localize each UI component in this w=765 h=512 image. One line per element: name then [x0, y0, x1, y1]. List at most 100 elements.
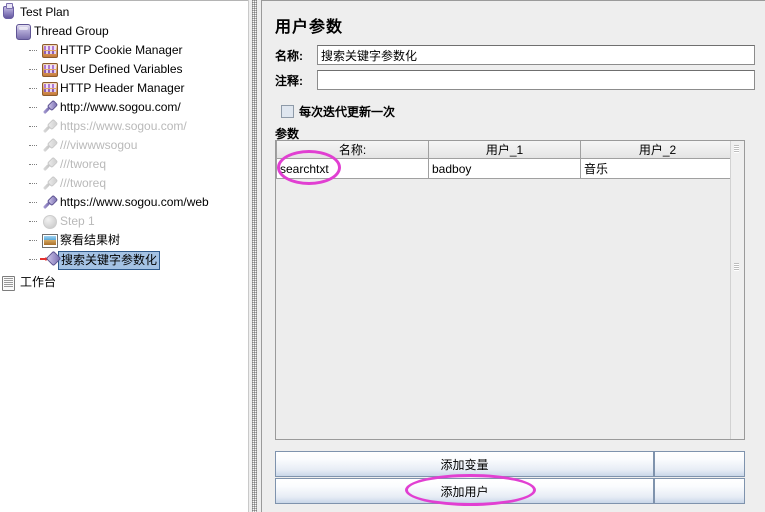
tree-node-label: https://www.sogou.com/web — [60, 195, 209, 209]
add-user-button-bar: 添加用户 — [275, 478, 745, 504]
tree-node-label: 察看结果树 — [60, 233, 121, 247]
pre-processor-icon-glyph — [40, 252, 58, 266]
update-once-per-iteration-label: 每次迭代更新一次 — [299, 105, 396, 119]
tree-node[interactable]: Test Plan — [0, 3, 248, 22]
thread-group-icon-glyph — [16, 24, 31, 40]
http-sampler-icon — [40, 193, 58, 212]
add-variable-button-bar: 添加变量 — [275, 451, 745, 477]
tree-node[interactable]: https://www.sogou.com/web — [0, 193, 248, 212]
column-header-user-2[interactable]: 用户_2 — [580, 141, 735, 159]
tree-connector-icon — [28, 231, 40, 250]
parameters-table-container[interactable]: 名称: 用户_1 用户_2 searchtxt badboy 音乐 — [275, 140, 745, 440]
add-variable-button[interactable]: 添加变量 — [275, 451, 654, 477]
update-once-per-iteration-row[interactable]: 每次迭代更新一次 — [281, 103, 395, 121]
tree-node-label: https://www.sogou.com/ — [60, 119, 187, 133]
split-pane-grip — [252, 0, 257, 512]
split-pane-divider[interactable] — [248, 0, 262, 512]
tree-node-label: ///tworeq — [60, 176, 107, 190]
step-disabled-icon — [40, 212, 58, 231]
tree-node[interactable]: 搜索关键字参数化 — [0, 250, 248, 270]
tree-connector-icon — [28, 117, 40, 136]
tree-node[interactable]: https://www.sogou.com/ — [0, 117, 248, 136]
config-element-icon — [40, 79, 58, 98]
tree-node[interactable]: 察看结果树 — [0, 231, 248, 250]
comment-field-label: 注释: — [275, 74, 303, 88]
tree-connector-icon — [28, 60, 40, 79]
http-sampler-disabled-icon-glyph — [42, 138, 56, 152]
name-field-label: 名称: — [275, 49, 303, 63]
http-sampler-disabled-icon-glyph — [42, 176, 56, 190]
tree-connector-icon — [28, 155, 40, 174]
http-sampler-disabled-icon — [40, 117, 58, 136]
cell-user-1[interactable]: badboy — [428, 158, 581, 179]
table-row[interactable]: searchtxt badboy 音乐 — [276, 158, 735, 179]
tree-node-label: http://www.sogou.com/ — [60, 100, 181, 114]
tree-node-label: Thread Group — [34, 24, 109, 38]
tree-node-label: 工作台 — [20, 275, 57, 289]
http-sampler-disabled-icon-glyph — [42, 157, 56, 171]
tree-node[interactable]: ///tworeq — [0, 155, 248, 174]
http-sampler-disabled-icon-glyph — [42, 119, 56, 133]
comment-field-row: 注释: — [275, 70, 755, 92]
tree-node[interactable]: http://www.sogou.com/ — [0, 98, 248, 117]
tree-node[interactable]: ///tworeq — [0, 174, 248, 193]
cell-name[interactable]: searchtxt — [276, 158, 429, 179]
tree-node[interactable]: User Defined Variables — [0, 60, 248, 79]
tree-node-label: User Defined Variables — [60, 62, 183, 76]
tree-connector-icon — [28, 41, 40, 60]
http-sampler-icon-glyph — [42, 100, 56, 114]
tree-node-label: ///tworeq — [60, 157, 107, 171]
http-sampler-disabled-icon — [40, 136, 58, 155]
parameters-table[interactable]: 名称: 用户_1 用户_2 searchtxt badboy 音乐 — [276, 141, 735, 179]
comment-input[interactable] — [317, 70, 755, 90]
jmeter-window: Test Plan Thread Group HTTP Cookie Manager… — [0, 0, 765, 512]
tree-connector-icon — [28, 174, 40, 193]
http-sampler-disabled-icon — [40, 155, 58, 174]
name-input[interactable]: 搜索关键字参数化 — [317, 45, 755, 65]
tree-node-label: HTTP Cookie Manager — [60, 43, 183, 57]
test-plan-icon — [0, 3, 18, 22]
config-element-icon-glyph — [42, 82, 58, 96]
config-element-icon-glyph — [42, 44, 58, 58]
scrollbar-tick-bottom — [734, 263, 739, 271]
user-parameters-panel: 用户参数 名称: 搜索关键字参数化 注释: 每次迭代更新一次 参数 名称: 用户… — [261, 0, 765, 512]
config-element-icon — [40, 60, 58, 79]
view-results-tree-icon — [40, 231, 58, 250]
cell-user-2[interactable]: 音乐 — [580, 158, 735, 179]
table-header-row: 名称: 用户_1 用户_2 — [276, 141, 735, 159]
tree-connector-icon — [28, 193, 40, 212]
tree-node[interactable]: HTTP Cookie Manager — [0, 41, 248, 60]
tree-node[interactable]: Step 1 — [0, 212, 248, 231]
column-header-user-1[interactable]: 用户_1 — [428, 141, 581, 159]
tree-node[interactable]: HTTP Header Manager — [0, 79, 248, 98]
http-sampler-disabled-icon — [40, 174, 58, 193]
scrollbar-tick-top — [734, 145, 739, 153]
step-disabled-icon-glyph — [43, 215, 57, 229]
tree-node[interactable]: ///viwwwsogou — [0, 136, 248, 155]
tree-node-workbench[interactable]: 工作台 — [0, 273, 248, 292]
column-header-name[interactable]: 名称: — [276, 141, 429, 159]
add-user-button[interactable]: 添加用户 — [275, 478, 654, 504]
tree-connector-icon — [28, 212, 40, 231]
table-vertical-scrollbar[interactable] — [730, 141, 744, 439]
update-once-per-iteration-checkbox[interactable] — [281, 105, 294, 118]
add-variable-button-secondary[interactable] — [654, 451, 745, 477]
workbench-icon — [0, 273, 18, 292]
test-plan-tree-panel[interactable]: Test Plan Thread Group HTTP Cookie Manager… — [0, 0, 248, 512]
view-results-tree-icon-glyph — [42, 234, 58, 248]
test-plan-tree[interactable]: Test Plan Thread Group HTTP Cookie Manager… — [0, 3, 248, 292]
config-element-icon — [40, 41, 58, 60]
tree-connector-icon — [28, 98, 40, 117]
add-user-button-secondary[interactable] — [654, 478, 745, 504]
tree-node[interactable]: Thread Group — [0, 22, 248, 41]
pre-processor-icon — [40, 250, 58, 269]
tree-node-label: 搜索关键字参数化 — [58, 251, 161, 270]
tree-panel-top-border — [0, 0, 248, 1]
